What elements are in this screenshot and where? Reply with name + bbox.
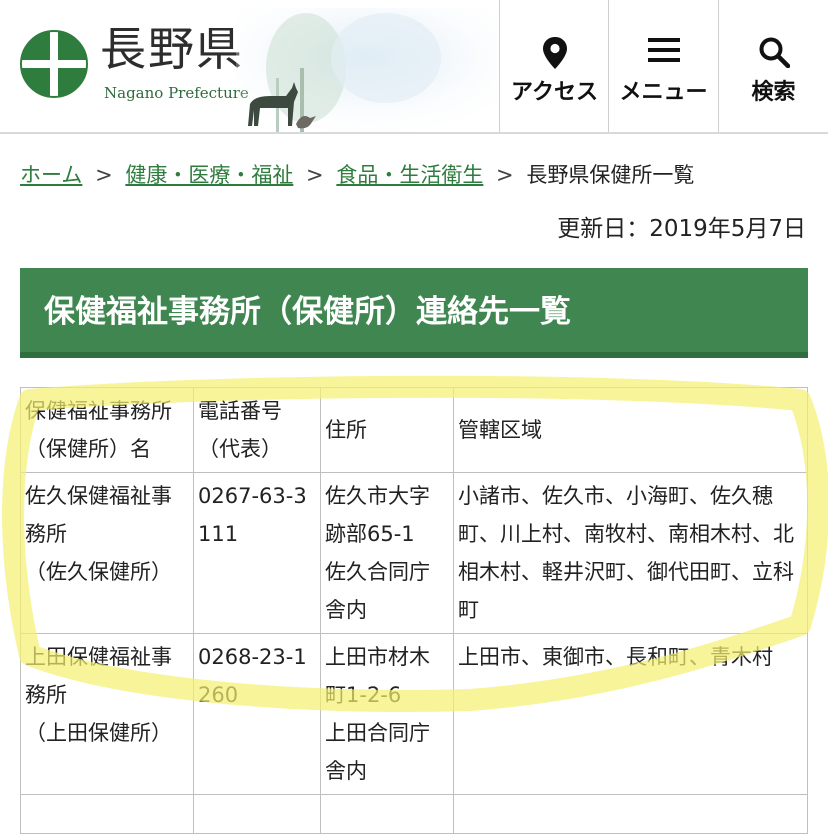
phone-cell: 0268-23-1260	[193, 633, 321, 795]
map-pin-icon	[542, 37, 567, 69]
breadcrumb: ホーム > 健康・医療・福祉 > 食品・生活衛生 > 長野県保健所一覧	[20, 160, 694, 190]
header-area: 管轄区域	[453, 387, 808, 473]
page-title-band: 保健福祉事務所（保健所）連絡先一覧	[20, 268, 808, 358]
breadcrumb-food-link[interactable]: 食品・生活衛生	[336, 163, 483, 187]
phone-number: 0267-63-3111	[198, 484, 307, 546]
header-name: 保健福祉事務所 （保健所）名	[20, 387, 194, 473]
search-label: 検索	[751, 80, 796, 105]
header-name-line2: （保健所）名	[25, 437, 151, 461]
address-building: 上田合同庁舎内	[325, 721, 430, 783]
table-row: 佐久保健福祉事務所 （佐久保健所） 0267-63-3111 佐久市大字跡部65…	[20, 472, 808, 634]
breadcrumb-separator: >	[496, 163, 514, 187]
phone-number: 0268-23-1260	[198, 645, 307, 707]
health-center-table: 保健福祉事務所 （保健所）名 電話番号 （代表） 住所 管轄区域 佐久保健福祉事…	[20, 387, 808, 834]
updated-date: 更新日：2019年5月7日	[557, 216, 806, 242]
phone-cell: 0267-63-3111	[193, 472, 321, 634]
search-icon	[759, 37, 790, 68]
header-address: 住所	[320, 387, 454, 473]
table-row	[20, 794, 808, 834]
breadcrumb-current: 長野県保健所一覧	[526, 163, 695, 187]
brand-name-ja: 長野県	[100, 22, 244, 76]
hamburger-menu-icon	[647, 38, 680, 62]
header-illustration	[236, 8, 498, 132]
menu-label: メニュー	[619, 80, 708, 105]
breadcrumb-home-link[interactable]: ホーム	[20, 163, 82, 187]
center-name-cell: 佐久保健福祉事務所 （佐久保健所）	[20, 472, 194, 634]
address-building: 佐久合同庁舎内	[325, 560, 430, 622]
address-cell: 佐久市大字跡部65-1 佐久合同庁舎内	[320, 472, 454, 634]
address-street: 佐久市大字跡部65-1	[325, 484, 430, 546]
center-name: 上田保健福祉事務所	[25, 645, 172, 707]
center-name-cell: 上田保健福祉事務所 （上田保健所）	[20, 633, 194, 795]
header-name-line1: 保健福祉事務所	[25, 399, 172, 423]
header-phone-line2: （代表）	[198, 437, 282, 461]
center-name: 佐久保健福祉事務所	[25, 484, 172, 546]
table-header-row: 保健福祉事務所 （保健所）名 電話番号 （代表） 住所 管轄区域	[20, 387, 808, 473]
jurisdiction-area: 上田市、東御市、長和町、青木村	[458, 645, 773, 669]
breadcrumb-health-link[interactable]: 健康・医療・福祉	[125, 163, 293, 187]
access-button[interactable]: アクセス	[499, 0, 609, 132]
header-phone: 電話番号 （代表）	[193, 387, 321, 473]
area-cell: 上田市、東御市、長和町、青木村	[453, 633, 808, 795]
center-alias: （上田保健所）	[25, 721, 172, 745]
site-header: 長野県 Nagano Prefecture アクセス メニュー 検索	[0, 0, 828, 134]
table-row: 上田保健福祉事務所 （上田保健所） 0268-23-1260 上田市材木町1-2…	[20, 633, 808, 795]
search-button[interactable]: 検索	[718, 0, 828, 132]
brand-name-en: Nagano Prefecture	[104, 84, 249, 102]
breadcrumb-separator: >	[306, 163, 324, 187]
nagano-logo-icon[interactable]	[20, 30, 88, 98]
center-alias: （佐久保健所）	[25, 560, 172, 584]
access-label: アクセス	[511, 80, 598, 105]
header-phone-line1: 電話番号	[198, 399, 282, 423]
address-street: 上田市材木町1-2-6	[325, 645, 430, 707]
header-area-label: 管轄区域	[458, 418, 542, 442]
breadcrumb-separator: >	[95, 163, 113, 187]
header-address-label: 住所	[325, 418, 367, 442]
area-cell: 小諸市、佐久市、小海町、佐久穂町、川上村、南牧村、南相木村、北相木村、軽井沢町、…	[453, 472, 808, 634]
address-cell: 上田市材木町1-2-6 上田合同庁舎内	[320, 633, 454, 795]
menu-button[interactable]: メニュー	[608, 0, 718, 132]
page-title: 保健福祉事務所（保健所）連絡先一覧	[44, 294, 571, 330]
jurisdiction-area: 小諸市、佐久市、小海町、佐久穂町、川上村、南牧村、南相木村、北相木村、軽井沢町、…	[458, 484, 794, 622]
